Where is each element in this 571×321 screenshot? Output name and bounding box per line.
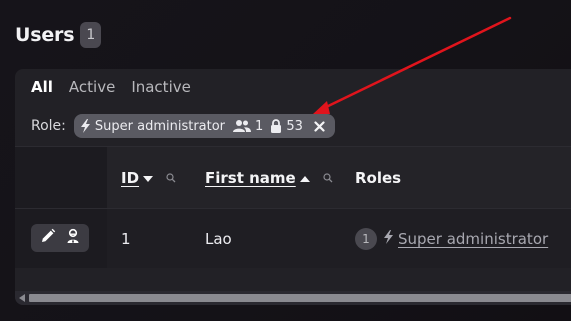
cell-roles: 1 Super administrator — [355, 209, 548, 269]
role-chip-permissions-count: 53 — [286, 118, 303, 134]
role-filter-chip[interactable]: Super administrator 1 53 — [73, 114, 335, 138]
users-icon — [233, 119, 252, 133]
tab-all[interactable]: All — [31, 78, 53, 96]
sort-by-id[interactable]: ID — [121, 169, 139, 187]
app-window: Users 1 All Active Inactive Role: Super … — [0, 0, 571, 321]
impersonate-icon[interactable] — [65, 228, 81, 248]
status-filter-tabs: All Active Inactive — [31, 78, 191, 96]
close-icon[interactable] — [313, 119, 327, 133]
role-link-label: Super administrator — [398, 230, 549, 248]
sort-by-first-name[interactable]: First name — [205, 169, 296, 187]
page-header: Users 1 — [15, 22, 102, 48]
roles-count-badge: 1 — [355, 228, 377, 250]
lightning-icon — [383, 230, 394, 248]
tab-inactive[interactable]: Inactive — [131, 78, 191, 96]
row-actions-cell — [15, 209, 107, 268]
column-header-roles: Roles — [355, 147, 401, 209]
horizontal-scrollbar[interactable] — [15, 291, 571, 305]
lightning-icon — [80, 119, 91, 133]
role-filter: Role: Super administrator 1 53 — [31, 114, 335, 138]
role-chip-users-count: 1 — [255, 118, 264, 134]
lock-icon — [270, 119, 282, 133]
search-icon[interactable] — [323, 169, 333, 187]
roles-cell: 1 Super administrator — [355, 228, 548, 250]
sort-descending-icon — [143, 169, 154, 187]
pencil-icon[interactable] — [40, 228, 56, 248]
scrollbar-thumb[interactable] — [29, 294, 571, 302]
column-header-first-name: First name — [205, 147, 333, 209]
table-row: 1 Lao 1 Super administrator — [15, 208, 571, 268]
cell-id: 1 — [121, 230, 131, 248]
page-title: Users — [15, 24, 75, 46]
role-link[interactable]: Super administrator — [383, 230, 548, 248]
role-filter-label: Role: — [31, 118, 66, 134]
tab-active[interactable]: Active — [69, 78, 115, 96]
users-count-badge: 1 — [80, 22, 102, 48]
search-icon[interactable] — [166, 169, 176, 187]
row-actions — [31, 224, 89, 252]
users-table: ID First name Roles 1 Lao 1 Super admini… — [15, 146, 571, 268]
roles-header-label: Roles — [355, 169, 402, 187]
sort-ascending-icon — [299, 169, 310, 187]
table-header: ID First name Roles — [15, 146, 571, 208]
scroll-left-icon[interactable] — [17, 293, 27, 303]
column-header-id: ID — [121, 147, 176, 209]
cell-first-name: Lao — [205, 230, 232, 248]
role-chip-name: Super administrator — [94, 118, 226, 134]
actions-column-header — [15, 147, 107, 208]
users-panel: All Active Inactive Role: Super administ… — [15, 69, 571, 305]
